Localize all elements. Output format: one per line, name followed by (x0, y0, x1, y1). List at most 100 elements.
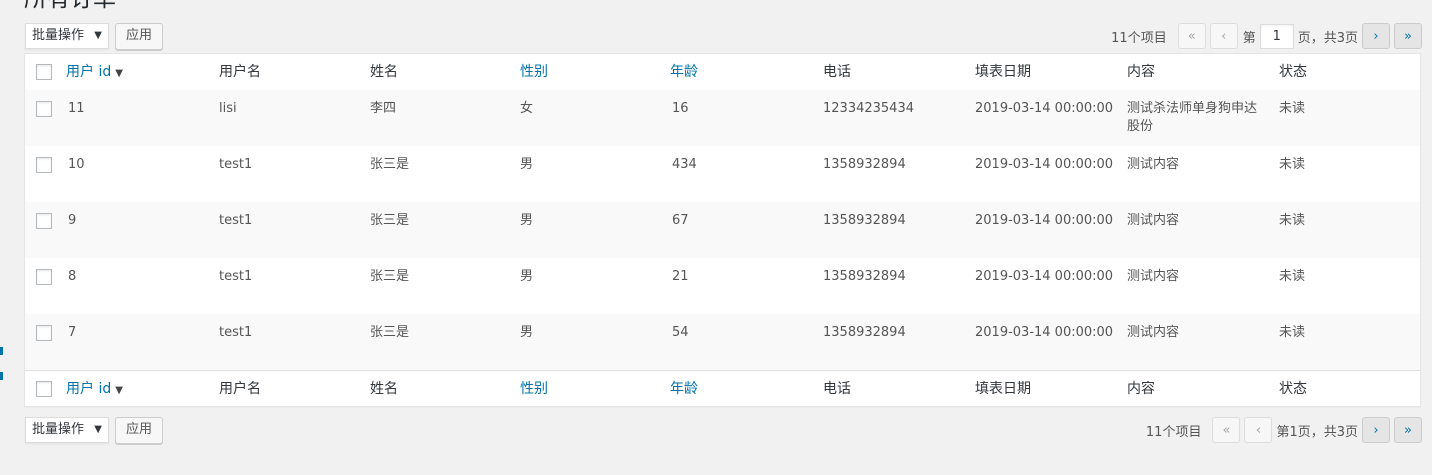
first-page-button[interactable]: « (1212, 417, 1241, 443)
cell-name: 李四 (370, 101, 397, 116)
column-header-id[interactable]: 用户 id ▼ (66, 380, 123, 400)
cell-name: 张三是 (370, 157, 410, 172)
cell-username: test1 (219, 157, 253, 172)
triangle-down-icon: ▼ (115, 68, 123, 79)
cell-status: 未读 (1279, 157, 1306, 172)
tablenav-bottom: 批量操作 ▼ 应用 11个项目 « ‹ 第1页，共3页 › » (24, 416, 1422, 444)
select-all-checkbox[interactable] (36, 381, 52, 397)
caret-down-icon: ▼ (94, 424, 102, 435)
column-header-content: 内容 (1127, 381, 1155, 397)
bulk-actions-select[interactable]: 批量操作 ▼ (25, 417, 109, 443)
pagination: 11个项目 « ‹ 第1页，共3页 › » (1146, 416, 1422, 444)
table-row: 7 test1 张三是 男 54 1358932894 2019-03-14 0… (25, 314, 1420, 370)
row-checkbox[interactable] (36, 101, 52, 117)
cell-content: 测试内容 (1127, 213, 1180, 228)
column-header-phone: 电话 (823, 64, 851, 80)
next-page-button[interactable]: › (1362, 23, 1390, 49)
cell-date: 2019-03-14 00:00:00 (975, 213, 1114, 228)
cell-phone: 1358932894 (823, 325, 906, 340)
column-header-age[interactable]: 年龄 (670, 63, 698, 81)
page-title: 所有订单 (24, 0, 116, 12)
cell-date: 2019-03-14 00:00:00 (975, 269, 1114, 284)
cell-age: 16 (672, 101, 689, 116)
cell-content: 测试内容 (1127, 269, 1180, 284)
prev-page-button[interactable]: ‹ (1209, 23, 1238, 49)
bulk-actions-label: 批量操作 (32, 28, 85, 43)
cell-gender: 女 (520, 101, 534, 116)
cell-name: 张三是 (370, 325, 410, 340)
cell-status: 未读 (1279, 213, 1306, 228)
row-checkbox[interactable] (36, 325, 52, 341)
cell-status: 未读 (1279, 101, 1306, 116)
cell-age: 434 (672, 157, 697, 172)
prev-page-button[interactable]: ‹ (1244, 417, 1273, 443)
page-prefix: 第 (1242, 30, 1256, 46)
cell-username: test1 (219, 213, 253, 228)
tablenav-top: 批量操作 ▼ 应用 11个项目 « ‹ 第 1 页，共3页 › » (24, 22, 1422, 50)
cell-gender: 男 (520, 157, 534, 172)
column-header-date: 填表日期 (975, 64, 1031, 80)
admin-menu-edge (0, 347, 3, 355)
bulk-actions-label: 批量操作 (32, 422, 85, 437)
caret-down-icon: ▼ (94, 30, 102, 41)
column-header-status: 状态 (1279, 64, 1307, 80)
apply-button[interactable]: 应用 (115, 23, 163, 50)
column-header-phone: 电话 (823, 381, 851, 397)
apply-button[interactable]: 应用 (115, 417, 163, 444)
total-pages-text: 页，共3页 (1297, 30, 1358, 46)
column-header-gender[interactable]: 性别 (520, 63, 548, 81)
row-checkbox[interactable] (36, 157, 52, 173)
triangle-down-icon: ▼ (115, 385, 123, 396)
cell-status: 未读 (1279, 325, 1306, 340)
cell-username: test1 (219, 269, 253, 284)
column-header-username: 用户名 (219, 381, 261, 397)
bulk-actions-select[interactable]: 批量操作 ▼ (25, 23, 109, 49)
column-header-gender[interactable]: 性别 (520, 380, 548, 398)
cell-content: 测试内容 (1127, 325, 1180, 340)
select-all-checkbox[interactable] (36, 64, 52, 80)
column-header-name: 姓名 (370, 381, 398, 397)
items-count: 11个项目 (1111, 30, 1167, 46)
items-count: 11个项目 (1145, 424, 1202, 440)
cell-phone: 12334235434 (823, 101, 914, 116)
cell-content: 测试杀法师单身狗申达股份 (1127, 101, 1258, 134)
cell-name: 张三是 (370, 269, 410, 284)
column-header-date: 填表日期 (975, 381, 1031, 397)
column-header-content: 内容 (1127, 64, 1155, 80)
column-header-username: 用户名 (219, 64, 261, 80)
column-header-id[interactable]: 用户 id ▼ (66, 63, 123, 83)
last-page-button[interactable]: » (1394, 23, 1422, 49)
table-header: 用户 id ▼ 用户名 姓名 性别 年龄 电话 填表日期 内容 状态 (25, 54, 1420, 91)
column-header-status: 状态 (1279, 381, 1307, 397)
column-header-age[interactable]: 年龄 (670, 380, 698, 398)
current-page-input[interactable]: 1 (1259, 23, 1294, 49)
cell-status: 未读 (1279, 269, 1306, 284)
cell-id: 11 (68, 101, 85, 116)
cell-age: 21 (672, 269, 689, 284)
cell-phone: 1358932894 (823, 269, 906, 284)
page-status-text: 第1页，共3页 (1276, 424, 1358, 440)
column-header-name: 姓名 (370, 64, 398, 80)
cell-gender: 男 (520, 213, 534, 228)
cell-id: 8 (68, 269, 77, 284)
table-footer: 用户 id ▼ 用户名 姓名 性别 年龄 电话 填表日期 内容 状态 (25, 370, 1420, 407)
cell-id: 9 (68, 213, 77, 228)
table-row: 8 test1 张三是 男 21 1358932894 2019-03-14 0… (25, 258, 1420, 314)
last-page-button[interactable]: » (1394, 417, 1422, 443)
table-row: 11 lisi 李四 女 16 12334235434 2019-03-14 0… (25, 90, 1420, 146)
cell-age: 54 (672, 325, 689, 340)
next-page-button[interactable]: › (1362, 417, 1390, 443)
row-checkbox[interactable] (36, 213, 52, 229)
cell-date: 2019-03-14 00:00:00 (975, 157, 1114, 172)
cell-phone: 1358932894 (823, 157, 906, 172)
cell-gender: 男 (520, 325, 534, 340)
first-page-button[interactable]: « (1177, 23, 1206, 49)
cell-username: test1 (219, 325, 253, 340)
cell-gender: 男 (520, 269, 534, 284)
cell-age: 67 (672, 213, 689, 228)
row-checkbox[interactable] (36, 269, 52, 285)
cell-name: 张三是 (370, 213, 410, 228)
cell-phone: 1358932894 (823, 213, 906, 228)
table-row: 10 test1 张三是 男 434 1358932894 2019-03-14… (25, 146, 1420, 202)
pagination: 11个项目 « ‹ 第 1 页，共3页 › » (1111, 22, 1422, 50)
